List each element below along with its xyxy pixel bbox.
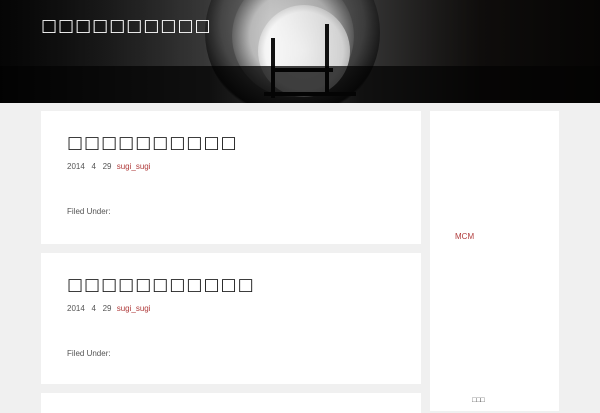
post-title[interactable]: □□□□□□□□□□	[67, 133, 238, 153]
post-meta: 2014 4 29 sugi_sugi	[67, 304, 151, 313]
post-author-link[interactable]: sugi_sugi	[117, 304, 151, 313]
sidebar-link[interactable]: MCM	[455, 232, 474, 241]
filed-under-label: Filed Under:	[67, 349, 111, 358]
filed-under-label: Filed Under:	[67, 207, 111, 216]
post-date-year: 2014	[67, 304, 85, 313]
post-card: □□□□□□□□□□□ 2014 4 29 sugi_sugi Filed Un…	[41, 253, 421, 384]
post-card	[41, 393, 421, 413]
post-date-day: 29	[102, 162, 112, 171]
post-card: □□□□□□□□□□ 2014 4 29 sugi_sugi Filed Und…	[41, 111, 421, 244]
sidebar: MCM □□□	[430, 111, 559, 411]
site-title[interactable]: □□□□□□□□□□	[41, 16, 212, 36]
post-date-month: 4	[91, 162, 96, 171]
post-date-day: 29	[102, 304, 112, 313]
post-meta: 2014 4 29 sugi_sugi	[67, 162, 151, 171]
post-title[interactable]: □□□□□□□□□□□	[67, 275, 255, 295]
post-date-year: 2014	[67, 162, 85, 171]
post-date-month: 4	[91, 304, 96, 313]
sidebar-widget-title: □□□	[472, 397, 485, 404]
site-header: □□□□□□□□□□	[0, 0, 600, 103]
header-bottom-band	[0, 66, 600, 103]
post-author-link[interactable]: sugi_sugi	[117, 162, 151, 171]
